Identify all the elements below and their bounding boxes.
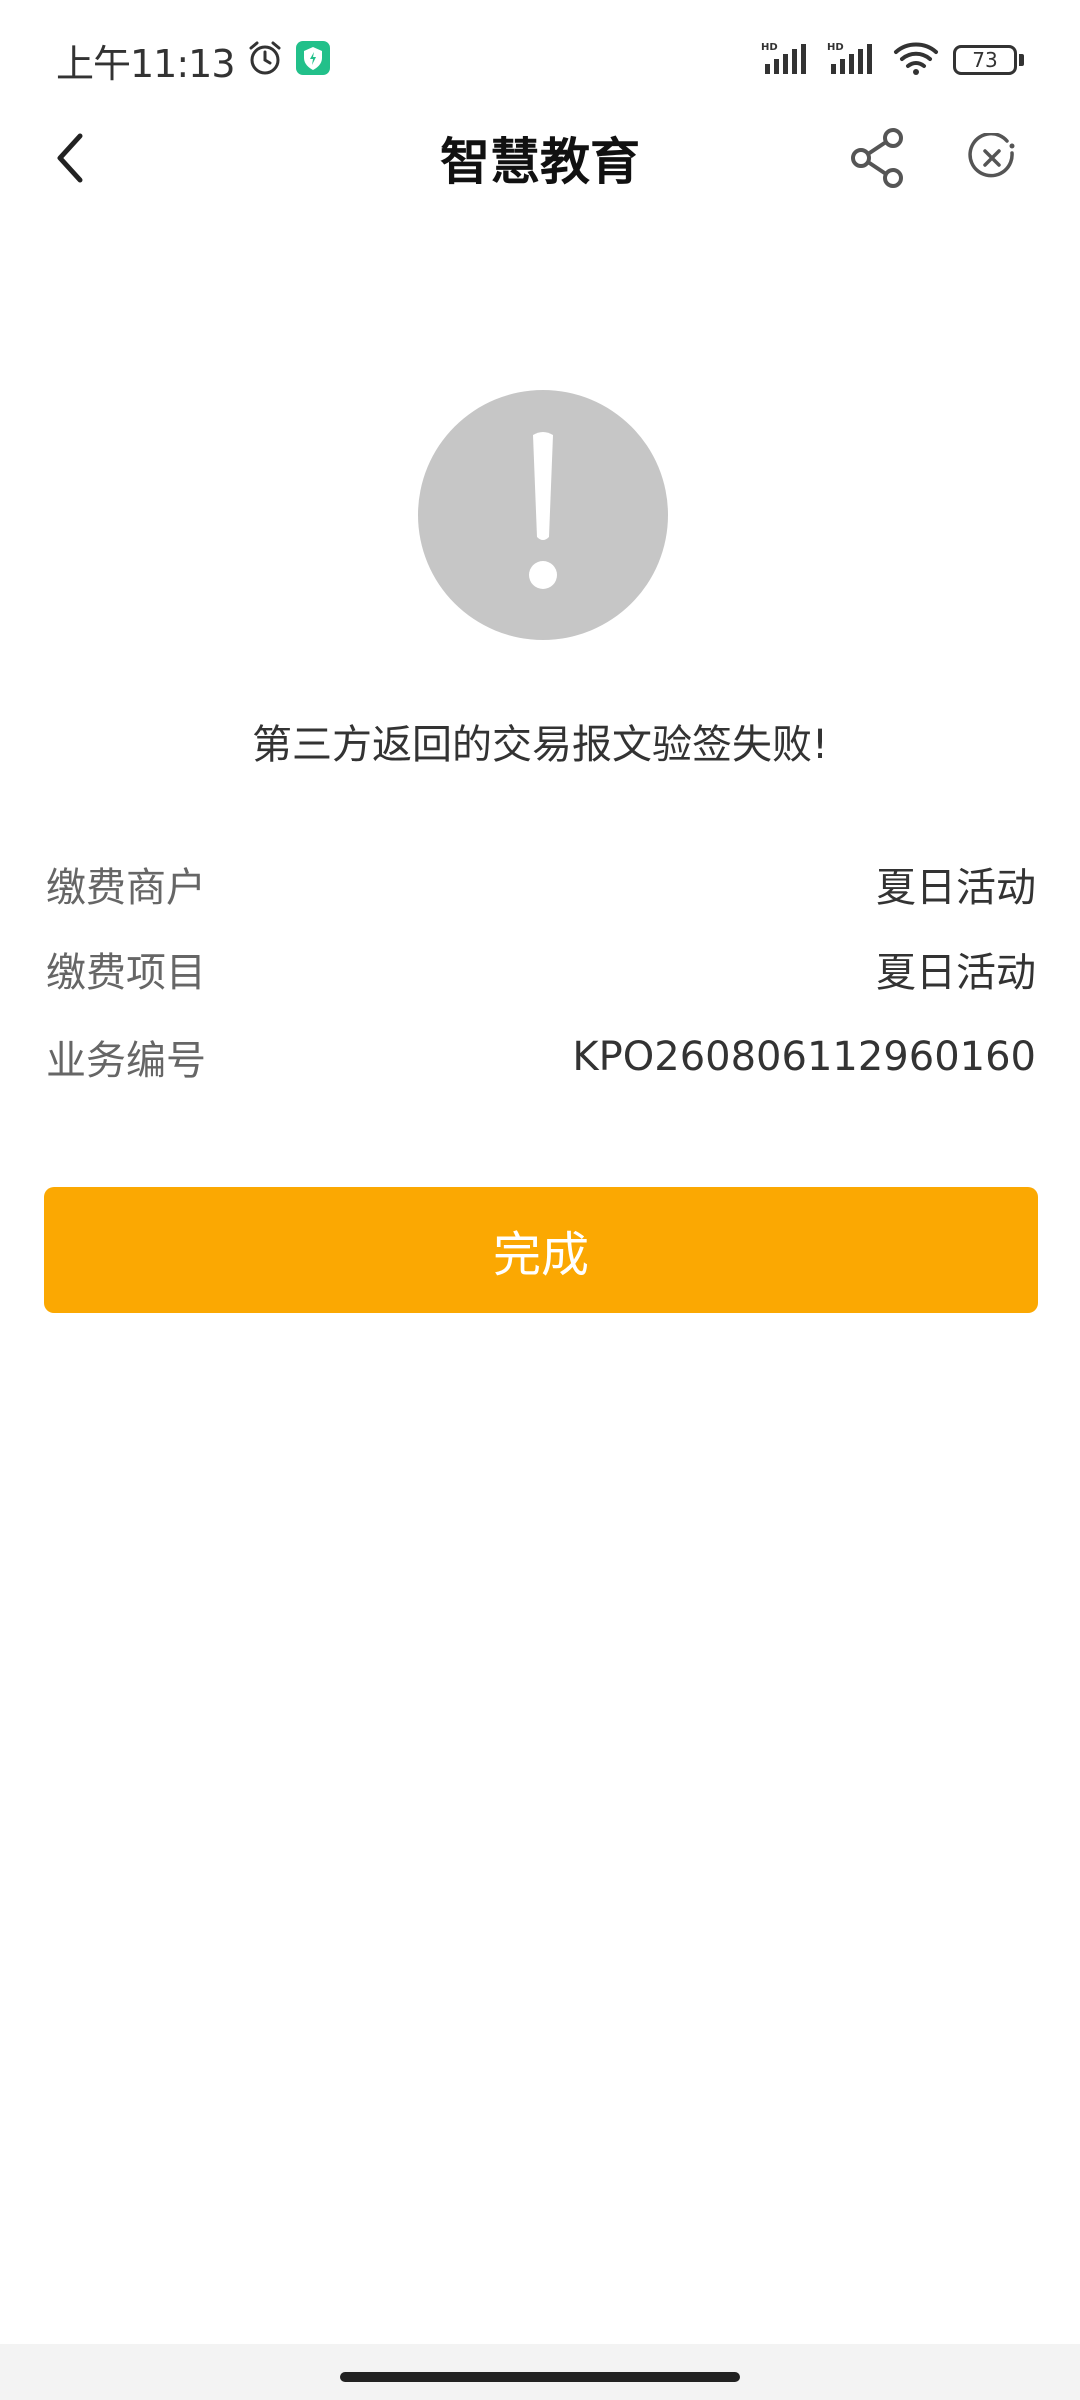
detail-label: 业务编号 [46,1038,206,1084]
alert-circle [418,390,668,640]
status-left: 上午11:13 [56,33,331,88]
hd-signal-icon: HD [761,40,813,80]
status-time: 上午11:13 [56,41,236,86]
shield-app-icon [295,40,331,80]
page-title: 智慧教育 [440,133,640,191]
detail-value: 夏日活动 [876,865,1036,911]
hd-signal-icon-2: HD [827,40,879,80]
share-button[interactable] [846,126,910,190]
detail-value: 夏日活动 [876,950,1036,996]
share-icon [851,128,903,188]
close-button[interactable] [960,126,1024,190]
battery-indicator: 73 [953,45,1024,75]
detail-row-merchant: 缴费商户 夏日活动 [46,854,1036,914]
close-circle-icon [968,133,1015,178]
exclamation-icon [529,432,557,589]
alarm-clock-icon [245,38,285,82]
svg-text:HD: HD [761,42,778,53]
error-message: 第三方返回的交易报文验签失败! [251,722,829,768]
wifi-icon [893,40,939,80]
nav-bar: 智慧教育 [0,112,1080,202]
detail-label: 缴费商户 [46,865,206,911]
status-bar: 上午11:13 HD HD 73 [0,0,1080,120]
status-right: HD HD 73 [761,40,1024,80]
battery-tip [1019,54,1024,66]
payment-result-page: 上午11:13 HD HD 73 智慧教育 第三方返回的交易报文验签失败! 缴费… [0,0,1080,2400]
done-button[interactable]: 完成 [44,1187,1038,1313]
detail-value: KPO260806112960160 [572,1034,1036,1080]
detail-row-item: 缴费项目 夏日活动 [46,939,1036,999]
svg-text:HD: HD [827,42,844,53]
home-indicator[interactable] [340,2372,740,2382]
detail-row-business-no: 业务编号 KPO260806112960160 [46,1027,1036,1087]
battery-level: 73 [953,45,1017,75]
detail-label: 缴费项目 [46,950,206,996]
